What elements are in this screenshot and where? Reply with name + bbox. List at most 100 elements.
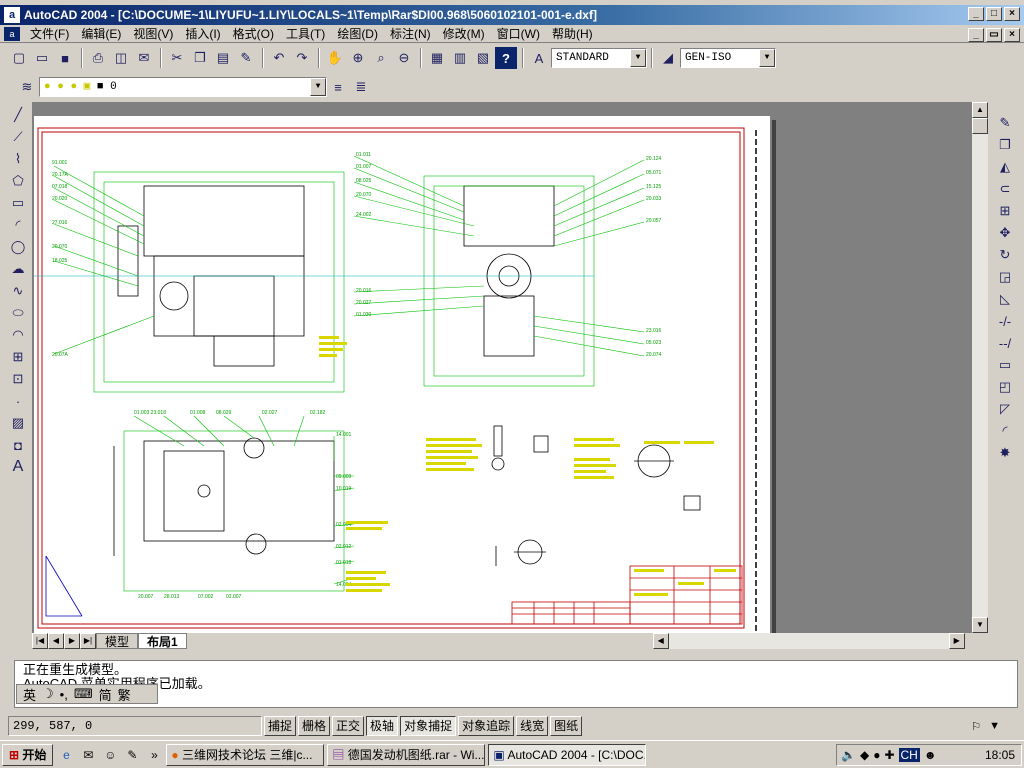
layer-previous-icon[interactable]: ≣ [350,76,372,98]
fillet-icon[interactable]: ◜ [994,420,1016,442]
task-autocad[interactable]: ▣ AutoCAD 2004 - [C:\DOC... [488,743,647,766]
polar-toggle[interactable]: 极轴 [366,716,399,736]
spline-icon[interactable]: ∿ [7,280,29,302]
menu-file[interactable]: 文件(F) [24,25,75,43]
menu-view[interactable]: 视图(V) [127,25,179,43]
erase-icon[interactable]: ✎ [994,112,1016,134]
move-icon[interactable]: ✥ [994,222,1016,244]
polyline-icon[interactable]: ⌇ [7,148,29,170]
ime-toolbar[interactable]: 英 ☽ •, ⌨ 简 繁 [16,684,158,704]
keyboard-icon[interactable]: ⌨ [74,686,93,702]
autocad-app-icon[interactable]: a [4,7,20,23]
ie-icon[interactable]: e [57,746,75,764]
menu-dimension[interactable]: 标注(N) [384,25,437,43]
volume-icon[interactable]: 🔈 [841,748,856,762]
pan-icon[interactable]: ✋ [324,47,346,69]
ortho-toggle[interactable]: 正交 [332,716,365,736]
scale-icon[interactable]: ◲ [994,266,1016,288]
menu-draw[interactable]: 绘图(D) [331,25,384,43]
chevron-down-icon[interactable]: ▼ [310,78,326,96]
last-tab-icon[interactable]: ▶| [80,633,96,649]
layer-combo[interactable]: ● ● ● ▣ ■ 0 ▼ [39,77,327,97]
command-window[interactable]: 正在重生成模型。 AutoCAD 菜单实用程序已加载。 [14,660,1018,708]
moon-icon[interactable]: ☽ [42,686,54,702]
help-icon[interactable]: ? [495,47,517,69]
print-icon[interactable]: ⎙ [87,47,109,69]
maximize-button[interactable]: □ [986,7,1002,21]
menu-modify[interactable]: 修改(M) [437,25,491,43]
toolpalettes-icon[interactable]: ▧ [472,47,494,69]
scroll-up-icon[interactable]: ▲ [972,102,988,118]
scroll-down-icon[interactable]: ▼ [972,617,988,633]
designcenter-icon[interactable]: ▥ [449,47,471,69]
qq-icon[interactable]: ☺ [101,746,119,764]
offset-icon[interactable]: ⊂ [994,178,1016,200]
status-menu-icon[interactable]: ▼ [989,720,1000,733]
next-tab-icon[interactable]: ▶ [64,633,80,649]
doc-minimize-button[interactable]: _ [968,28,984,42]
region-icon[interactable]: ◘ [7,434,29,456]
doc-close-button[interactable]: × [1004,28,1020,42]
zoom-window-icon[interactable]: ⌕ [370,47,392,69]
ime-language[interactable]: 英 [23,685,36,704]
zoom-previous-icon[interactable]: ⊖ [393,47,415,69]
paste-icon[interactable]: ▤ [212,47,234,69]
properties-icon[interactable]: ▦ [426,47,448,69]
revcloud-icon[interactable]: ☁ [7,258,29,280]
circle-icon[interactable]: ◯ [7,236,29,258]
horizontal-scrollbar[interactable] [668,633,949,649]
antivirus-icon[interactable]: ● [873,748,880,762]
language-indicator[interactable]: CH [898,748,920,762]
more-icon[interactable]: » [145,746,163,764]
task-forum-browser[interactable]: ● 三维网技术论坛 三维|c... [166,743,325,766]
drawing-area[interactable]: 91.001 20.17A 07.018 20.020 27.016 20.070 1… [32,102,972,633]
break-icon[interactable]: ▭ [994,354,1016,376]
network-icon[interactable]: ◆ [860,748,869,762]
break-at-point-icon[interactable]: ◰ [994,376,1016,398]
start-button[interactable]: ⊞ 开始 [2,743,54,766]
ellipse-icon[interactable]: ⬭ [7,302,29,324]
user-icon[interactable]: ☻ [924,748,937,762]
ellipse-arc-icon[interactable]: ◠ [7,324,29,346]
dim-style-combo[interactable]: GEN-ISO ▼ [680,48,776,68]
cut-icon[interactable]: ✂ [166,47,188,69]
copy-icon[interactable]: ❐ [189,47,211,69]
mirror-icon[interactable]: ◭ [994,156,1016,178]
save-icon[interactable]: ■ [54,47,76,69]
menu-edit[interactable]: 编辑(E) [75,25,127,43]
layer-manager-icon[interactable]: ≋ [16,76,38,98]
chamfer-icon[interactable]: ◸ [994,398,1016,420]
lineweight-toggle[interactable]: 线宽 [516,716,549,736]
extend-icon[interactable]: --/ [994,332,1016,354]
ime-traditional[interactable]: 繁 [118,685,131,704]
menu-tools[interactable]: 工具(T) [280,25,331,43]
hscroll-left-icon[interactable]: ◀ [652,633,669,649]
chevron-down-icon[interactable]: ▼ [630,49,646,67]
prev-tab-icon[interactable]: ◀ [48,633,64,649]
minimize-button[interactable]: _ [968,7,984,21]
hscroll-right-icon[interactable]: ▶ [948,633,965,649]
comm-center-icon[interactable]: ⚐ [971,720,981,733]
close-button[interactable]: × [1004,7,1020,21]
trim-icon[interactable]: -/- [994,310,1016,332]
menu-format[interactable]: 格式(O) [227,25,280,43]
doc-restore-button[interactable]: ▭ [986,28,1002,42]
open-icon[interactable]: ▭ [31,47,53,69]
menu-help[interactable]: 帮助(H) [546,25,599,43]
xline-icon[interactable]: ⟋ [7,126,29,148]
preview-icon[interactable]: ◫ [110,47,132,69]
arc-icon[interactable]: ◜ [7,214,29,236]
punctuation-icon[interactable]: •, [60,687,68,702]
otrack-toggle[interactable]: 对象追踪 [458,716,515,736]
document-menu-icon[interactable]: a [4,26,20,41]
rotate-icon[interactable]: ↻ [994,244,1016,266]
array-icon[interactable]: ⊞ [994,200,1016,222]
task-winrar[interactable]: ▤ 德国发动机图纸.rar - Wi... [327,743,486,766]
tab-layout1[interactable]: 布局1 [138,633,187,649]
matchprop-icon[interactable]: ✎ [235,47,257,69]
outlook-icon[interactable]: ✉ [79,746,97,764]
tab-model[interactable]: 模型 [96,633,139,649]
line-icon[interactable]: ╱ [7,104,29,126]
hatch-icon[interactable]: ▨ [7,412,29,434]
mtext-icon[interactable]: A [7,456,29,478]
